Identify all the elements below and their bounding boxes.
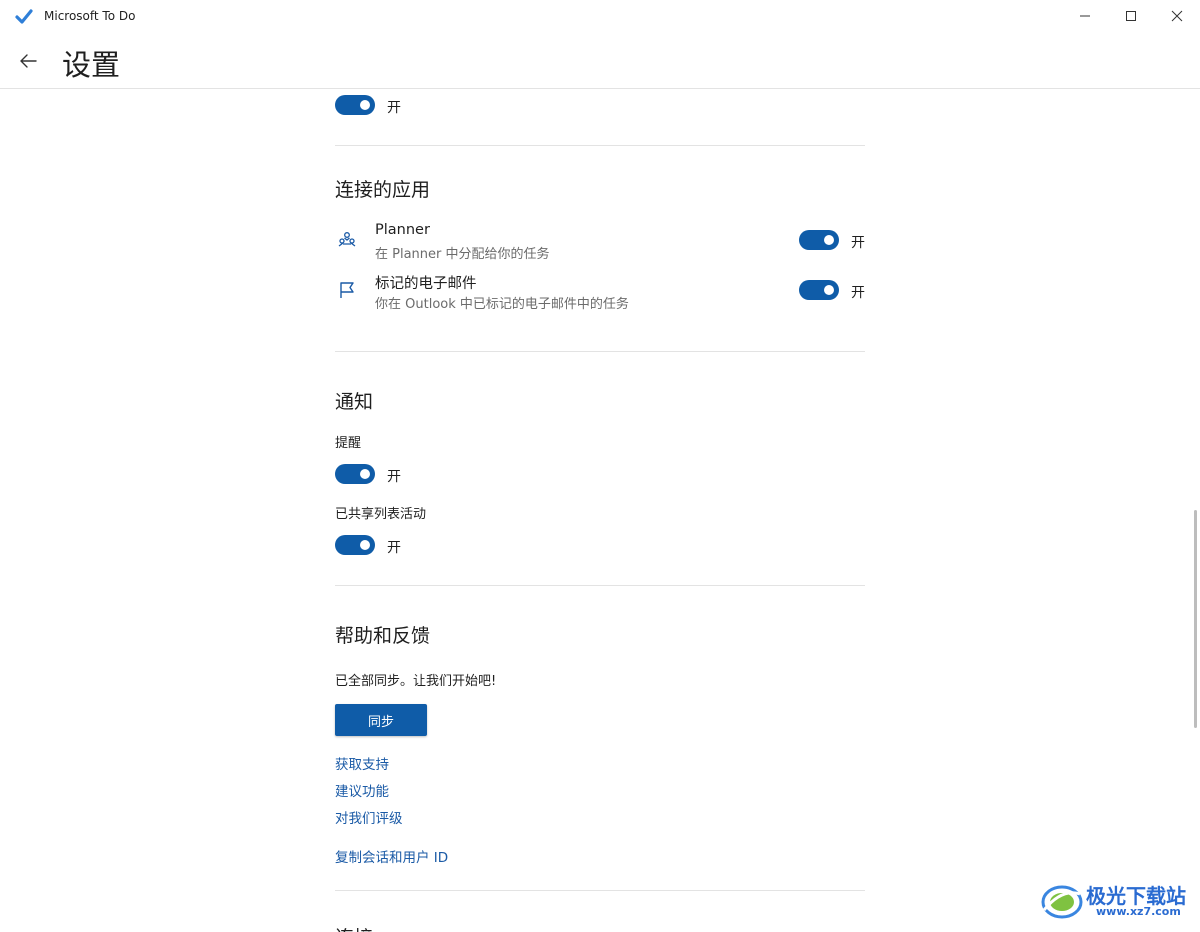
planner-toggle-state: 开 bbox=[851, 235, 865, 251]
flag-icon bbox=[340, 282, 354, 298]
maximize-icon bbox=[1126, 11, 1136, 21]
section-divider bbox=[335, 351, 865, 352]
planner-toggle[interactable] bbox=[799, 230, 839, 250]
top-setting-toggle[interactable] bbox=[335, 95, 375, 115]
shared-list-activity-label: 已共享列表活动 bbox=[335, 507, 427, 522]
minimize-button[interactable] bbox=[1062, 0, 1108, 32]
next-section-title: 连接 bbox=[335, 923, 373, 932]
planner-title: Planner bbox=[375, 222, 430, 238]
page-header: 设置 bbox=[0, 34, 1200, 89]
window-title: Microsoft To Do bbox=[44, 9, 136, 23]
notifications-title: 通知 bbox=[335, 391, 374, 413]
close-button[interactable] bbox=[1154, 0, 1200, 32]
shared-list-activity-toggle[interactable] bbox=[335, 535, 375, 555]
page-title: 设置 bbox=[62, 48, 121, 82]
copy-session-id-link[interactable]: 复制会话和用户 ID bbox=[335, 846, 448, 866]
sync-status-text: 已全部同步。让我们开始吧! bbox=[335, 674, 497, 689]
get-support-link[interactable]: 获取支持 bbox=[335, 753, 389, 773]
reminders-toggle-state: 开 bbox=[387, 469, 401, 485]
title-bar: Microsoft To Do bbox=[0, 0, 1200, 34]
suggest-feature-link[interactable]: 建议功能 bbox=[335, 780, 389, 800]
watermark-logo-icon bbox=[1041, 885, 1083, 919]
connected-apps-title: 连接的应用 bbox=[335, 179, 431, 201]
back-button[interactable] bbox=[14, 47, 42, 75]
reminders-label: 提醒 bbox=[335, 436, 362, 451]
watermark: 极光下载站 www.xz7.com bbox=[1040, 876, 1194, 926]
section-divider bbox=[335, 585, 865, 586]
flagged-email-toggle[interactable] bbox=[799, 280, 839, 300]
close-icon bbox=[1171, 10, 1183, 22]
flagged-email-title: 标记的电子邮件 bbox=[375, 276, 477, 292]
reminders-toggle[interactable] bbox=[335, 464, 375, 484]
flagged-email-description: 你在 Outlook 中已标记的电子邮件中的任务 bbox=[375, 297, 629, 312]
planner-description: 在 Planner 中分配给你的任务 bbox=[375, 247, 550, 262]
section-divider bbox=[335, 890, 865, 891]
sync-button[interactable]: 同步 bbox=[335, 704, 427, 736]
back-arrow-icon bbox=[20, 54, 37, 68]
planner-icon bbox=[338, 232, 356, 247]
settings-content[interactable]: 开 连接的应用 Planner 在 Planner 中分配给你的任务 开 标记的… bbox=[0, 89, 1200, 932]
flagged-email-toggle-state: 开 bbox=[851, 285, 865, 301]
rate-us-link[interactable]: 对我们评级 bbox=[335, 807, 403, 827]
vertical-scrollbar[interactable] bbox=[1194, 510, 1197, 728]
help-feedback-title: 帮助和反馈 bbox=[335, 625, 431, 647]
watermark-url: www.xz7.com bbox=[1096, 905, 1181, 918]
todo-check-icon bbox=[15, 9, 33, 24]
maximize-button[interactable] bbox=[1108, 0, 1154, 32]
section-divider bbox=[335, 145, 865, 146]
shared-list-activity-toggle-state: 开 bbox=[387, 540, 401, 556]
minimize-icon bbox=[1080, 15, 1090, 17]
top-setting-toggle-state: 开 bbox=[387, 100, 401, 116]
